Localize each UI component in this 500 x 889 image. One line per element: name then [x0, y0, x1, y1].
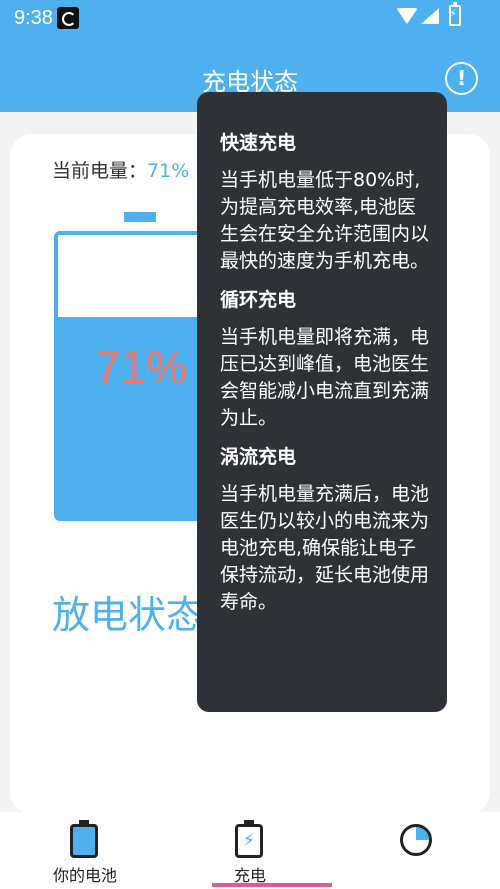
status-battery-icon: [449, 2, 461, 26]
pie-chart-icon: [400, 824, 432, 856]
discharge-status-title: 放电状态: [52, 593, 205, 637]
info-button[interactable]: !: [445, 62, 478, 95]
charging-info-tooltip: 快速充电 当手机电量低于80%时,为提高充电效率,电池医生会在安全允许范围内以最…: [197, 92, 447, 712]
bottom-nav: 你的电池 ⚡ 充电: [0, 812, 500, 889]
nav-charging[interactable]: ⚡ 充电: [195, 812, 305, 889]
battery-level-value: 71%: [147, 160, 190, 182]
tooltip-section-body: 当手机电量即将充满，电压已达到峰值，电池医生会智能减小电流直到充满为止。: [220, 326, 430, 429]
battery-level-caption: 当前电量：: [52, 160, 148, 182]
nav-statistics[interactable]: [380, 812, 470, 889]
status-time: 9:38: [14, 7, 53, 29]
tooltip-section-title: 涡流充电: [220, 446, 297, 468]
battery-icon: [70, 820, 98, 858]
wifi-icon: [396, 8, 418, 24]
tooltip-section-body: 当手机电量低于80%时,为提高充电效率,电池医生会在安全允许范围内以最快的速度为…: [220, 169, 430, 272]
charging-icon: ⚡: [235, 820, 263, 858]
nav-label: 你的电池: [52, 866, 117, 885]
tooltip-section-trickle-charge: 涡流充电 当手机电量充满后，电池医生仍以较小的电流来为电池充电,确保能让电子保持…: [220, 446, 431, 616]
battery-percent: 71%: [95, 341, 188, 393]
tooltip-section-cycle-charge: 循环充电 当手机电量即将充满，电压已达到峰值，电池医生会智能减小电流直到充满为止…: [220, 289, 431, 432]
battery-level-label: 当前电量：71%: [52, 156, 189, 183]
notification-app-icon: [57, 7, 79, 29]
nav-your-battery[interactable]: 你的电池: [30, 812, 140, 889]
tooltip-section-body: 当手机电量充满后，电池医生仍以较小的电流来为电池充电,确保能让电子保持流动，延长…: [220, 483, 430, 613]
active-tab-indicator: [212, 883, 332, 887]
tooltip-section-title: 循环充电: [220, 289, 297, 311]
tooltip-section-fast-charge: 快速充电 当手机电量低于80%时,为提高充电效率,电池医生会在安全允许范围内以最…: [220, 132, 431, 275]
signal-icon: [421, 8, 439, 24]
tooltip-section-title: 快速充电: [220, 132, 297, 154]
battery-graphic-tip: [124, 212, 156, 222]
